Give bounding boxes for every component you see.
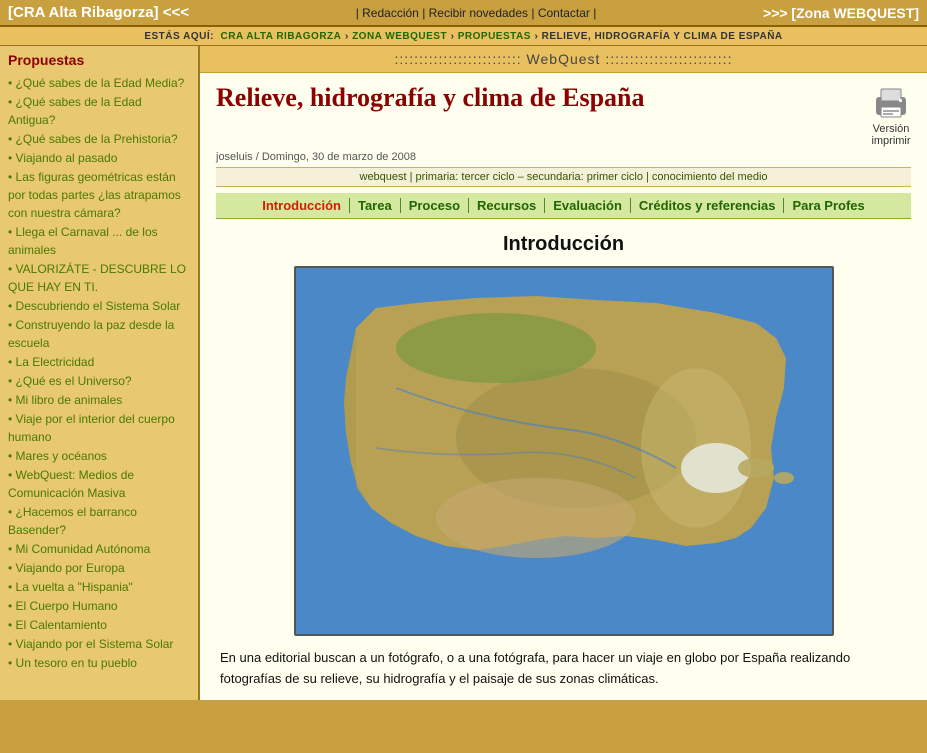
content-area: :::::::::::::::::::::::::: WebQuest ::::…: [200, 46, 927, 700]
page-title-text: Relieve, hidrografía y clima de España: [216, 83, 861, 113]
sidebar-item[interactable]: • La vuelta a "Hispania": [8, 578, 190, 596]
sidebar-item[interactable]: • Llega el Carnaval ... de los animales: [8, 223, 190, 259]
nav-tab-proceso[interactable]: Proceso: [401, 198, 469, 213]
sidebar-item[interactable]: • ¿Hacemos el barranco Basender?: [8, 503, 190, 539]
breadcrumb-label: ESTÁS AQUÍ:: [144, 31, 214, 42]
sidebar-item[interactable]: • Mi Comunidad Autónoma: [8, 540, 190, 558]
spain-map-image: [294, 266, 834, 636]
breadcrumb-path: CRA ALTA RIBAGORZA › ZONA WEBQUEST › PRO…: [217, 30, 783, 42]
sidebar-item[interactable]: • El Calentamiento: [8, 616, 190, 634]
sidebar-items: • ¿Qué sabes de la Edad Media?• ¿Qué sab…: [8, 74, 190, 672]
sidebar-item[interactable]: • ¿Qué es el Universo?: [8, 372, 190, 390]
sidebar-item[interactable]: • ¿Qué sabes de la Prehistoria?: [8, 130, 190, 148]
tags-row: webquest | primaria: tercer ciclo – secu…: [216, 167, 911, 187]
sidebar-item[interactable]: • Viajando al pasado: [8, 149, 190, 167]
author-date: joseluis / Domingo, 30 de marzo de 2008: [216, 151, 911, 163]
sidebar: Propuestas • ¿Qué sabes de la Edad Media…: [0, 46, 200, 700]
content-inner: Relieve, hidrografía y clima de España V…: [200, 73, 927, 700]
breadcrumb: ESTÁS AQUÍ: CRA ALTA RIBAGORZA › ZONA WE…: [0, 27, 927, 46]
sidebar-item[interactable]: • Viajando por el Sistema Solar: [8, 635, 190, 653]
header-left[interactable]: [CRA Alta Ribagorza] <<<: [8, 4, 189, 21]
nav-tab-para-profes[interactable]: Para Profes: [784, 198, 872, 213]
header-right[interactable]: >>> [Zona WEBQUEST]: [763, 5, 919, 21]
sidebar-item[interactable]: • WebQuest: Medios de Comunicación Masiv…: [8, 466, 190, 502]
section-title: Introducción: [216, 233, 911, 256]
sidebar-item[interactable]: • Mi libro de animales: [8, 391, 190, 409]
print-label[interactable]: Versiónimprimir: [871, 123, 910, 147]
sidebar-item[interactable]: • La Electricidad: [8, 353, 190, 371]
sidebar-item[interactable]: • Viaje por el interior del cuerpo human…: [8, 410, 190, 446]
sidebar-item[interactable]: • ¿Qué sabes de la Edad Media?: [8, 74, 190, 92]
nav-tab-créditos-y-referencias[interactable]: Créditos y referencias: [631, 198, 785, 213]
sidebar-item[interactable]: • Un tesoro en tu pueblo: [8, 654, 190, 672]
webquest-banner: :::::::::::::::::::::::::: WebQuest ::::…: [200, 46, 927, 73]
nav-tab-introducción[interactable]: Introducción: [254, 198, 350, 213]
main-layout: Propuestas • ¿Qué sabes de la Edad Media…: [0, 46, 927, 700]
header-link-contactar[interactable]: Contactar: [538, 6, 590, 20]
sidebar-item[interactable]: • El Cuerpo Humano: [8, 597, 190, 615]
sidebar-item[interactable]: • Mares y océanos: [8, 447, 190, 465]
nav-tab-tarea[interactable]: Tarea: [350, 198, 401, 213]
print-icon[interactable]: [871, 83, 911, 123]
header-link-novedades[interactable]: Recibir novedades: [429, 6, 528, 20]
description-text: En una editorial buscan a un fotógrafo, …: [216, 648, 911, 690]
sidebar-title: Propuestas: [8, 52, 190, 68]
sidebar-item[interactable]: • Construyendo la paz desde la escuela: [8, 316, 190, 352]
nav-tab-recursos[interactable]: Recursos: [469, 198, 545, 213]
header-link-redaccion[interactable]: Redacción: [362, 6, 419, 20]
nav-tab-evaluación[interactable]: Evaluación: [545, 198, 631, 213]
print-icon-area[interactable]: Versiónimprimir: [871, 83, 911, 147]
breadcrumb-part-4: RELIEVE, HIDROGRAFÍA Y CLIMA DE ESPAÑA: [542, 31, 783, 42]
sidebar-item[interactable]: • Viajando por Europa: [8, 559, 190, 577]
sidebar-item[interactable]: • Las figuras geométricas están por toda…: [8, 168, 190, 222]
sidebar-item[interactable]: • ¿Qué sabes de la Edad Antigua?: [8, 93, 190, 129]
breadcrumb-part-2[interactable]: ZONA WEBQUEST: [352, 31, 447, 42]
page-header-row: Relieve, hidrografía y clima de España V…: [216, 83, 911, 147]
sidebar-item[interactable]: • Descubriendo el Sistema Solar: [8, 297, 190, 315]
breadcrumb-part-1[interactable]: CRA ALTA RIBAGORZA: [221, 31, 342, 42]
header-center: | Redacción | Recibir novedades | Contac…: [356, 6, 597, 20]
breadcrumb-part-3[interactable]: PROPUESTAS: [458, 31, 531, 42]
site-header: [CRA Alta Ribagorza] <<< | Redacción | R…: [0, 0, 927, 27]
nav-tabs: IntroducciónTareaProcesoRecursosEvaluaci…: [216, 193, 911, 219]
sidebar-item[interactable]: • VALORIZÁTE - DESCUBRE LO QUE HAY EN TI…: [8, 260, 190, 296]
